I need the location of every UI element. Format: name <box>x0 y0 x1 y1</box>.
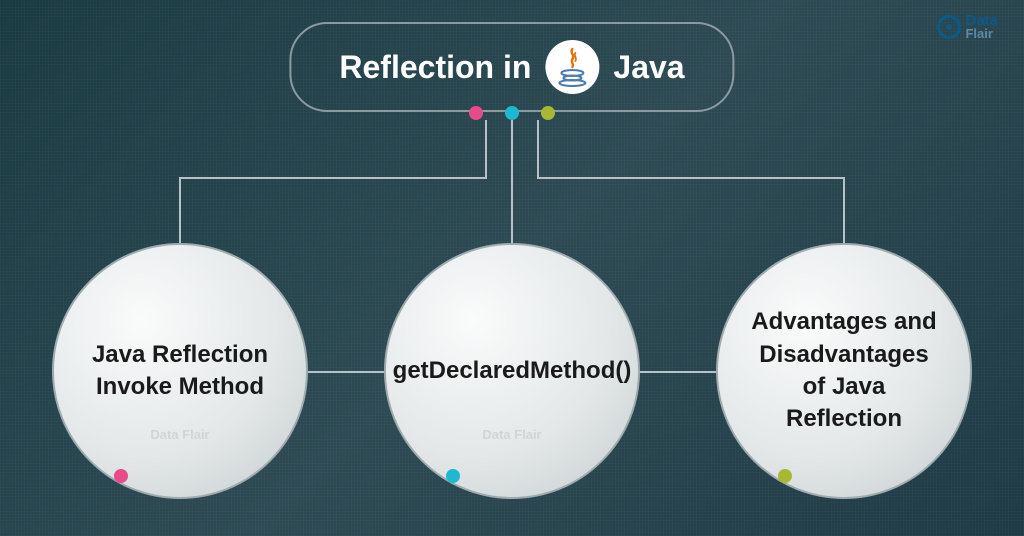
connector-left-mid <box>308 371 384 373</box>
watermark-2: Data Flair <box>482 428 541 441</box>
watermark-1: Data Flair <box>150 428 209 441</box>
topic-label-2: getDeclaredMethod() <box>393 355 632 387</box>
title-prefix: Reflection in <box>339 49 531 86</box>
topic-label-3: Advantages and Disadvantages of Java Ref… <box>750 306 938 436</box>
brand-sub: Flair <box>965 28 998 40</box>
topic-label-1: Java Reflection Invoke Method <box>86 339 274 404</box>
java-icon <box>545 40 599 94</box>
title-suffix: Java <box>613 49 684 86</box>
brand-logo-text: Data Flair <box>965 14 998 41</box>
circle-dot-cyan <box>446 469 460 483</box>
topic-circle-1: Java Reflection Invoke Method Data Flair <box>52 243 308 499</box>
connector-dots <box>469 106 555 120</box>
dot-cyan <box>505 106 519 120</box>
brand-logo: Data Flair <box>937 14 998 41</box>
topic-circle-2: getDeclaredMethod() Data Flair <box>384 243 640 499</box>
brand-logo-icon <box>937 15 961 39</box>
dot-olive <box>541 106 555 120</box>
diagram-title: Reflection in Java <box>289 22 734 112</box>
circle-dot-pink <box>114 469 128 483</box>
dot-pink <box>469 106 483 120</box>
connector-right-mid <box>640 371 716 373</box>
circle-dot-olive <box>778 469 792 483</box>
topic-circle-3: Advantages and Disadvantages of Java Ref… <box>716 243 972 499</box>
